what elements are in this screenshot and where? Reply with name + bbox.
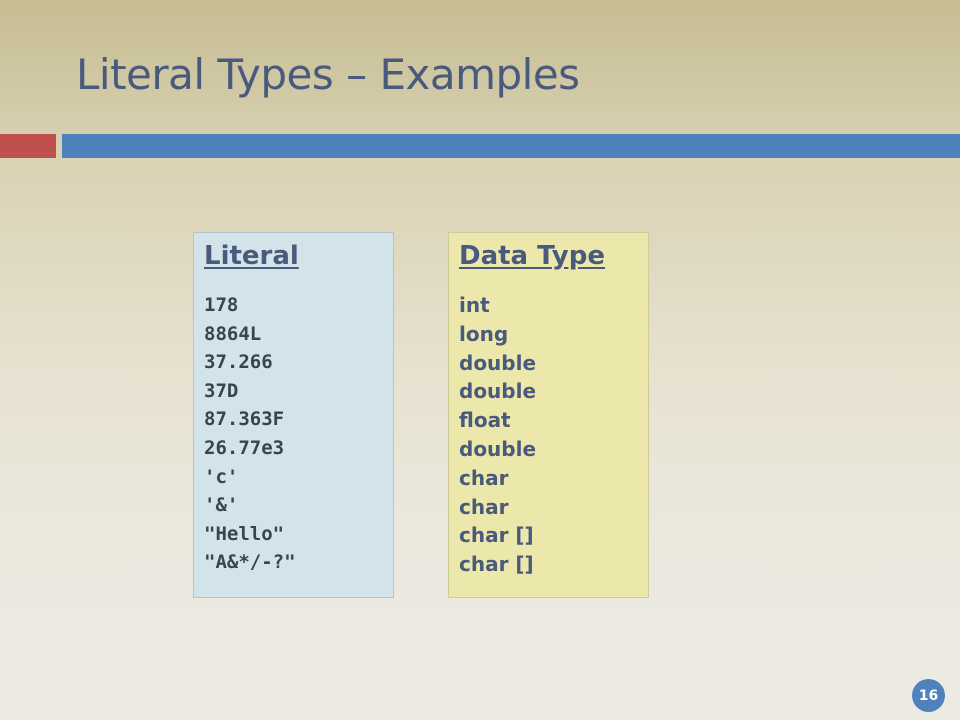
data-type-box: Data Type int long double double float d… <box>448 232 649 598</box>
data-type-item: double <box>459 436 537 461</box>
data-type-item: char [] <box>459 523 534 548</box>
literal-item: 87.363F <box>204 408 285 431</box>
data-type-item: long <box>459 321 509 346</box>
literal-item: '&' <box>204 494 239 517</box>
data-type-item: double <box>459 379 537 404</box>
data-type-item: char <box>459 494 509 519</box>
data-type-list: int long double double float double char… <box>459 291 648 579</box>
literal-item: 'c' <box>204 465 239 488</box>
literal-item: 37D <box>204 379 239 402</box>
data-type-item: int <box>459 293 490 317</box>
accent-bar-red <box>0 134 56 158</box>
literal-list: 178 8864L 37.266 37D 87.363F 26.77e3 'c'… <box>204 291 393 577</box>
literal-item: 8864L <box>204 322 262 345</box>
accent-bar-blue <box>62 134 960 158</box>
slide-title: Literal Types – Examples <box>76 50 580 99</box>
literal-item: 178 <box>204 294 239 316</box>
data-type-item: char [] <box>459 552 534 577</box>
data-type-item: char <box>459 465 509 490</box>
data-type-item: double <box>459 350 537 375</box>
data-type-heading: Data Type <box>459 241 605 271</box>
data-type-item: float <box>459 408 511 433</box>
literal-item: "A&*/-?" <box>204 551 296 574</box>
literal-item: 26.77e3 <box>204 436 285 459</box>
literal-item: 37.266 <box>204 351 273 374</box>
literal-box: Literal 178 8864L 37.266 37D 87.363F 26.… <box>193 232 394 598</box>
literal-item: "Hello" <box>204 522 285 545</box>
page-number-badge: 16 <box>912 679 945 712</box>
literal-heading: Literal <box>204 241 299 271</box>
